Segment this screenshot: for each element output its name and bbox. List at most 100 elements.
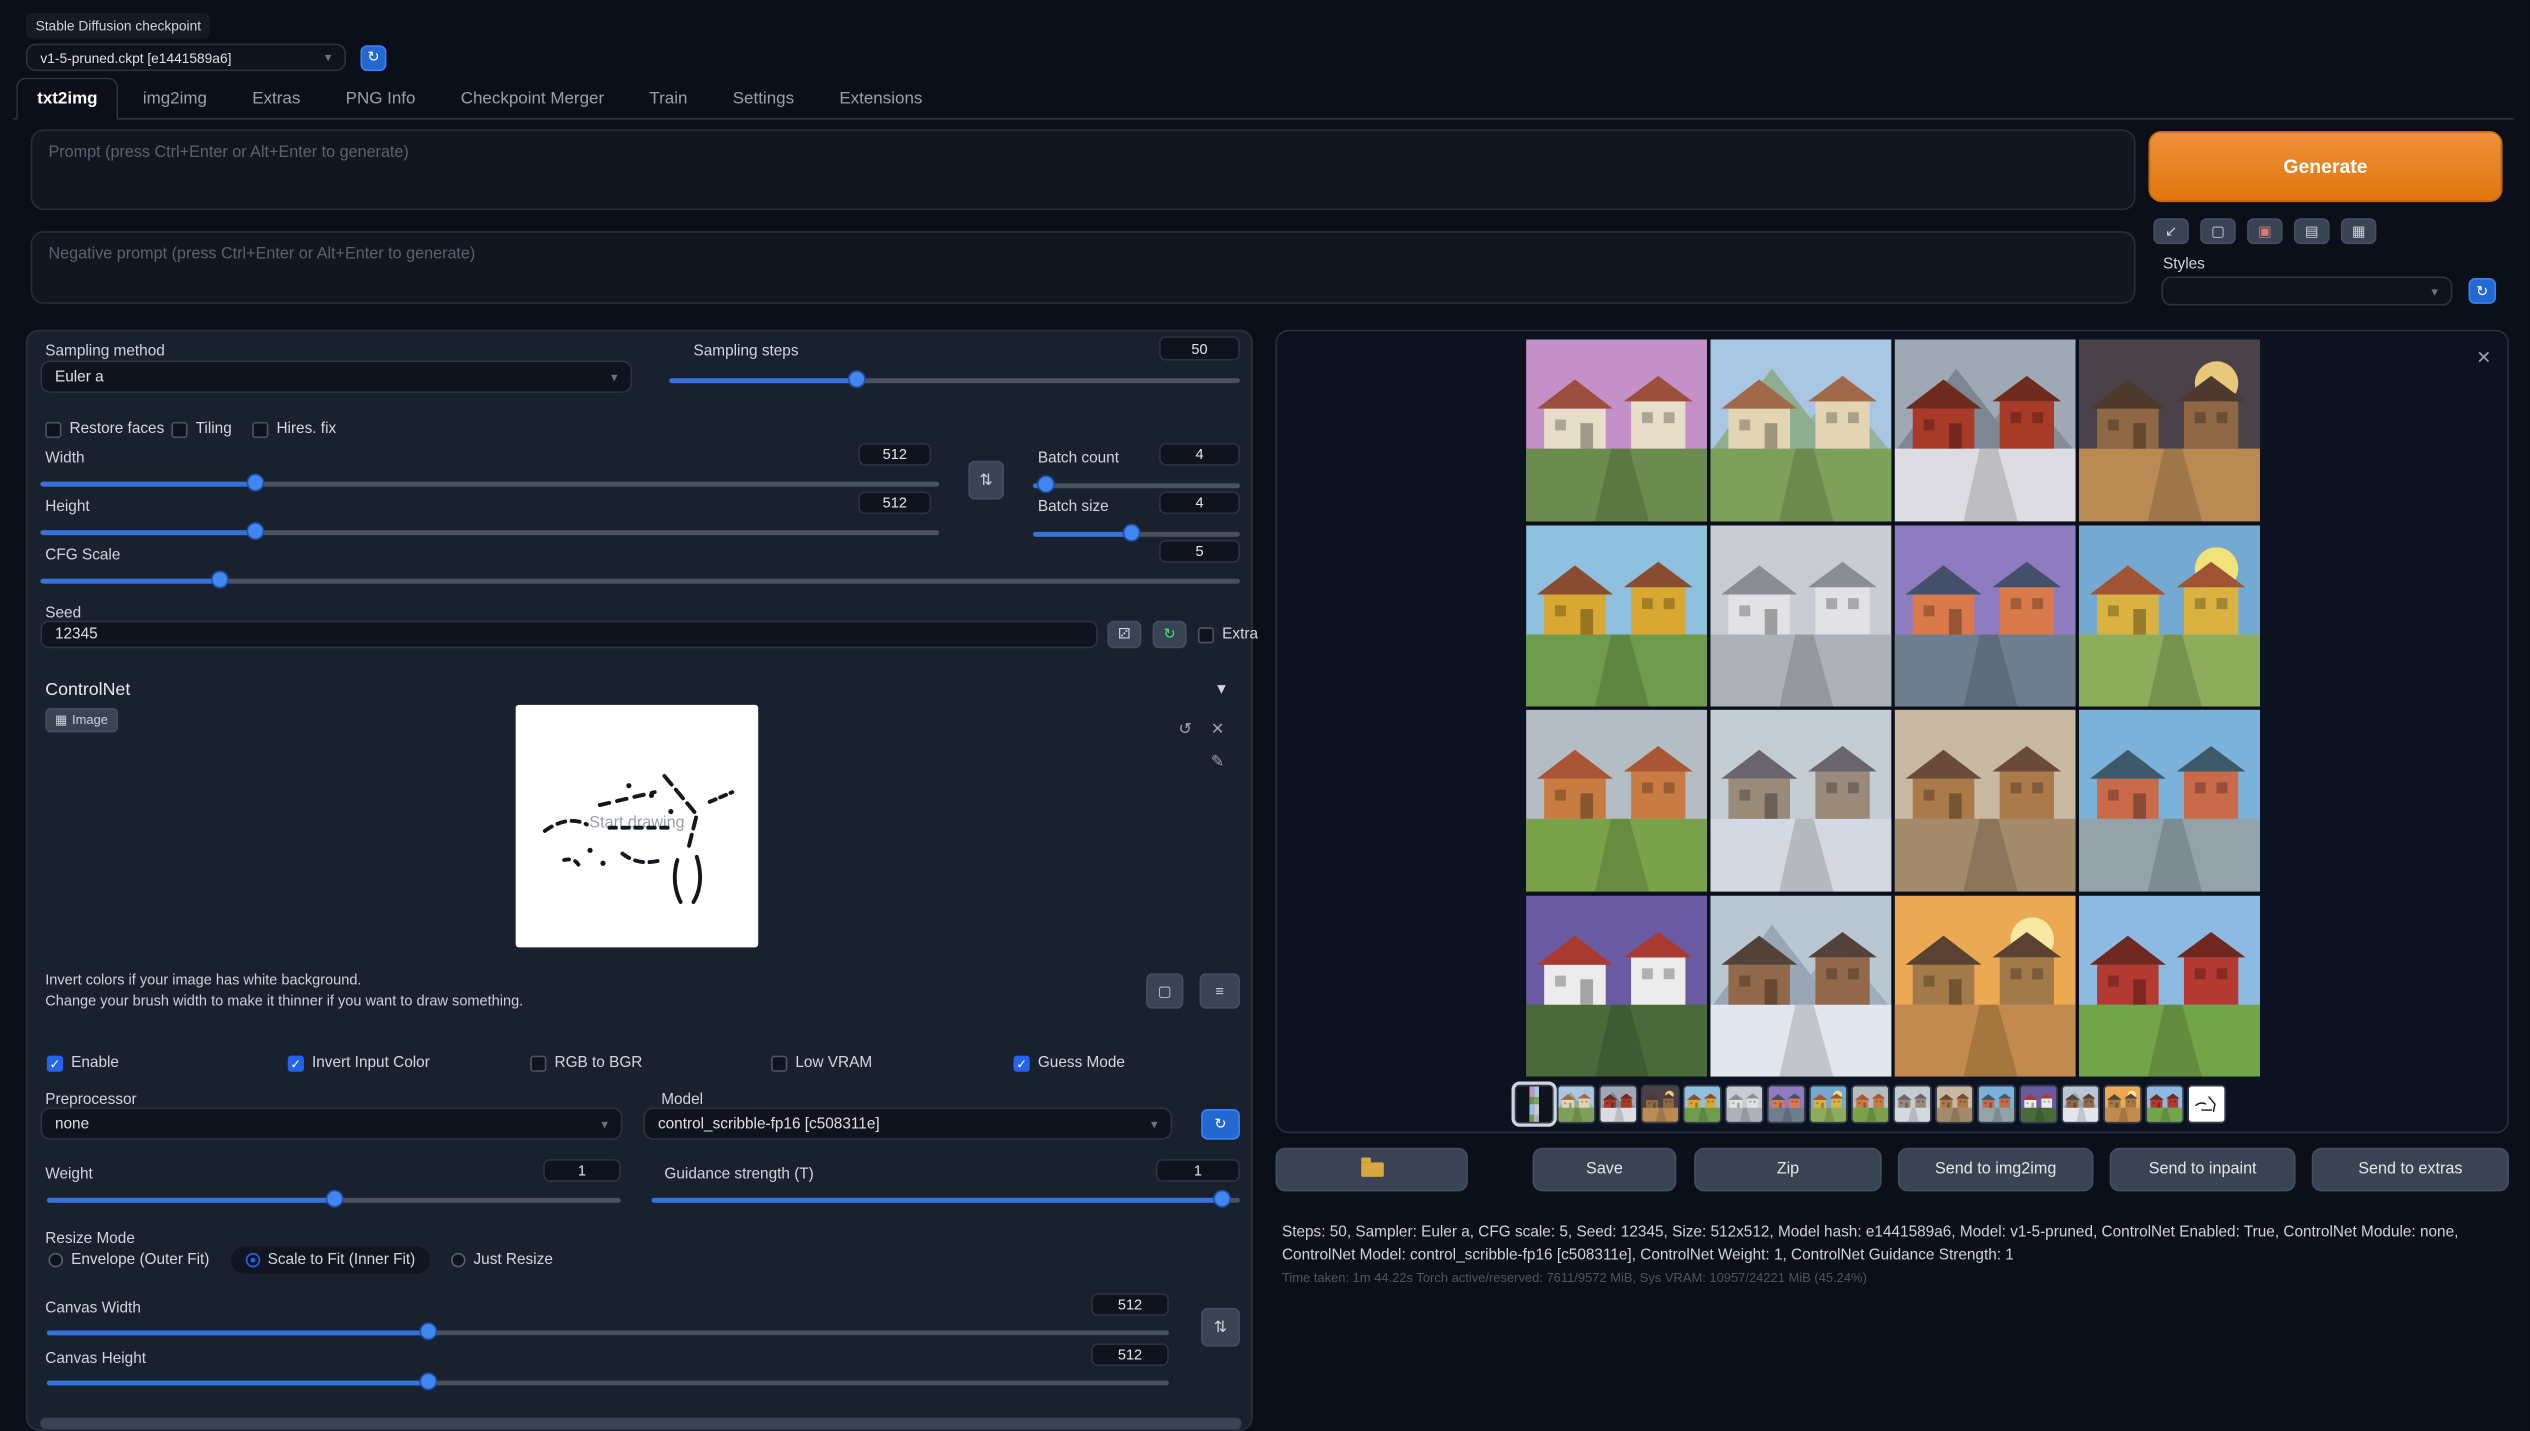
gallery-image-14[interactable] (1710, 895, 1891, 1077)
sampling-steps-value[interactable]: 50 (1159, 336, 1240, 360)
tiling-checkbox[interactable]: Tiling (171, 420, 231, 438)
tab-train[interactable]: Train (628, 78, 708, 120)
style-apply-button[interactable]: ▤ (2294, 218, 2330, 244)
resize-scale-to-fit-radio[interactable]: Scale to Fit (Inner Fit) (230, 1246, 429, 1273)
brush-icon[interactable]: ✎ (1211, 755, 1225, 771)
open-output-folder-button[interactable] (1275, 1148, 1467, 1192)
tab-settings[interactable]: Settings (712, 78, 815, 120)
send-to-inpaint-button[interactable]: Send to inpaint (2110, 1148, 2296, 1192)
negative-prompt-input[interactable] (31, 231, 2136, 304)
preprocessor-select[interactable]: none ▾ (40, 1107, 622, 1139)
width-slider[interactable] (40, 474, 939, 495)
tab-png-info[interactable]: PNG Info (325, 78, 437, 120)
zip-button[interactable]: Zip (1694, 1148, 1882, 1192)
gallery-image-4[interactable] (2079, 339, 2260, 521)
tab-txt2img[interactable]: txt2img (16, 78, 118, 120)
thumbnail-image-14[interactable] (2061, 1085, 2100, 1124)
controlnet-title[interactable]: ControlNet (45, 681, 130, 700)
thumbnail-controlnet-map[interactable] (2187, 1085, 2226, 1124)
send-to-extras-button[interactable]: Send to extras (2312, 1148, 2509, 1192)
extra-seed-checkbox[interactable]: Extra (1198, 626, 1258, 644)
guidance-strength-value[interactable]: 1 (1156, 1159, 1240, 1182)
sampling-steps-slider[interactable] (669, 370, 1240, 391)
prompt-input[interactable] (31, 129, 2136, 210)
clear-prompt-button[interactable]: ▢ (2200, 218, 2236, 244)
seed-input[interactable]: 12345 (40, 621, 1097, 648)
thumbnail-image-13[interactable] (2019, 1085, 2058, 1124)
restore-faces-checkbox[interactable]: Restore faces (45, 420, 164, 438)
controlnet-model-refresh-button[interactable]: ↻ (1201, 1109, 1240, 1140)
gallery-image-3[interactable] (1895, 339, 2076, 521)
batch-count-value[interactable]: 4 (1159, 443, 1240, 466)
save-button[interactable]: Save (1533, 1148, 1677, 1192)
thumbnail-image-12[interactable] (1977, 1085, 2016, 1124)
controlnet-model-select[interactable]: control_scribble-fp16 [c508311e] ▾ (643, 1107, 1172, 1139)
controlnet-enable-checkbox[interactable]: Enable (47, 1054, 119, 1072)
canvas-swap-dimensions-button[interactable]: ⇅ (1201, 1308, 1240, 1347)
invert-input-color-checkbox[interactable]: Invert Input Color (288, 1054, 430, 1072)
width-value[interactable]: 512 (858, 443, 931, 466)
resize-just-resize-radio[interactable]: Just Resize (436, 1246, 567, 1273)
controlnet-weight-slider[interactable] (47, 1190, 621, 1211)
accordion-caret-icon[interactable]: ▼ (1214, 681, 1228, 697)
rgb-to-bgr-checkbox[interactable]: RGB to BGR (530, 1054, 642, 1072)
gallery-image-2[interactable] (1710, 339, 1891, 521)
canvas-height-slider[interactable] (47, 1372, 1169, 1393)
thumbnail-image-11[interactable] (1935, 1085, 1974, 1124)
gallery-image-10[interactable] (1710, 710, 1891, 892)
thumbnail-grid[interactable] (1515, 1085, 1554, 1124)
sampling-method-select[interactable]: Euler a ▾ (40, 361, 632, 393)
paste-params-button[interactable]: ↙ (2153, 218, 2189, 244)
swap-dimensions-button[interactable]: ⇅ (968, 461, 1004, 500)
reuse-seed-button[interactable]: ↻ (1153, 621, 1187, 648)
gallery-image-6[interactable] (1710, 525, 1891, 707)
gallery-image-11[interactable] (1895, 710, 2076, 892)
controlnet-image-tab[interactable]: ▦ Image (45, 708, 117, 732)
thumbnail-image-16[interactable] (2145, 1085, 2184, 1124)
style-save-button[interactable]: ▦ (2341, 218, 2377, 244)
height-slider[interactable] (40, 522, 939, 543)
low-vram-checkbox[interactable]: Low VRAM (771, 1054, 872, 1072)
gallery-image-8[interactable] (2079, 525, 2260, 707)
thumbnail-image-4[interactable] (1641, 1085, 1680, 1124)
thumbnail-image-9[interactable] (1851, 1085, 1890, 1124)
gallery-image-15[interactable] (1895, 895, 2076, 1077)
open-new-canvas-button[interactable]: ▢ (1146, 973, 1183, 1009)
thumbnail-image-2[interactable] (1557, 1085, 1596, 1124)
controlnet-scribble-canvas[interactable]: Start drawing (516, 705, 758, 947)
thumbnail-image-15[interactable] (2103, 1085, 2142, 1124)
gallery-image-12[interactable] (2079, 710, 2260, 892)
gallery-image-9[interactable] (1526, 710, 1707, 892)
extra-networks-button[interactable]: ▣ (2247, 218, 2283, 244)
gallery-image-7[interactable] (1895, 525, 2076, 707)
tab-extras[interactable]: Extras (231, 78, 321, 120)
hires-fix-checkbox[interactable]: Hires. fix (252, 420, 336, 438)
random-seed-button[interactable]: ⚂ (1107, 621, 1141, 648)
height-value[interactable]: 512 (858, 491, 931, 514)
thumbnail-image-3[interactable] (1599, 1085, 1638, 1124)
checkpoint-refresh-button[interactable]: ↻ (361, 44, 387, 70)
gallery-image-13[interactable] (1526, 895, 1707, 1077)
thumbnail-image-10[interactable] (1893, 1085, 1932, 1124)
clear-image-icon[interactable]: ✕ (1211, 723, 1225, 739)
gallery-image-16[interactable] (2079, 895, 2260, 1077)
styles-select[interactable]: ▾ (2161, 276, 2452, 305)
styles-refresh-button[interactable]: ↻ (2469, 278, 2496, 304)
thumbnail-image-7[interactable] (1767, 1085, 1806, 1124)
canvas-width-value[interactable]: 512 (1091, 1293, 1169, 1316)
guess-mode-checkbox[interactable]: Guess Mode (1014, 1054, 1125, 1072)
canvas-height-value[interactable]: 512 (1091, 1343, 1169, 1366)
thumbnail-image-8[interactable] (1809, 1085, 1848, 1124)
undo-icon[interactable]: ↺ (1179, 723, 1193, 739)
canvas-settings-button[interactable]: ≡ (1200, 973, 1240, 1009)
controlnet-weight-value[interactable]: 1 (543, 1159, 621, 1182)
gallery-image-5[interactable] (1526, 525, 1707, 707)
thumbnail-image-6[interactable] (1725, 1085, 1764, 1124)
close-gallery-icon[interactable]: ✕ (2476, 351, 2491, 369)
thumbnail-image-5[interactable] (1683, 1085, 1722, 1124)
cfg-scale-value[interactable]: 5 (1159, 540, 1240, 563)
resize-envelope-radio[interactable]: Envelope (Outer Fit) (34, 1246, 224, 1273)
collapsed-accordion-bar[interactable] (40, 1418, 1241, 1429)
tab-checkpoint-merger[interactable]: Checkpoint Merger (440, 78, 625, 120)
send-to-img2img-button[interactable]: Send to img2img (1898, 1148, 2094, 1192)
